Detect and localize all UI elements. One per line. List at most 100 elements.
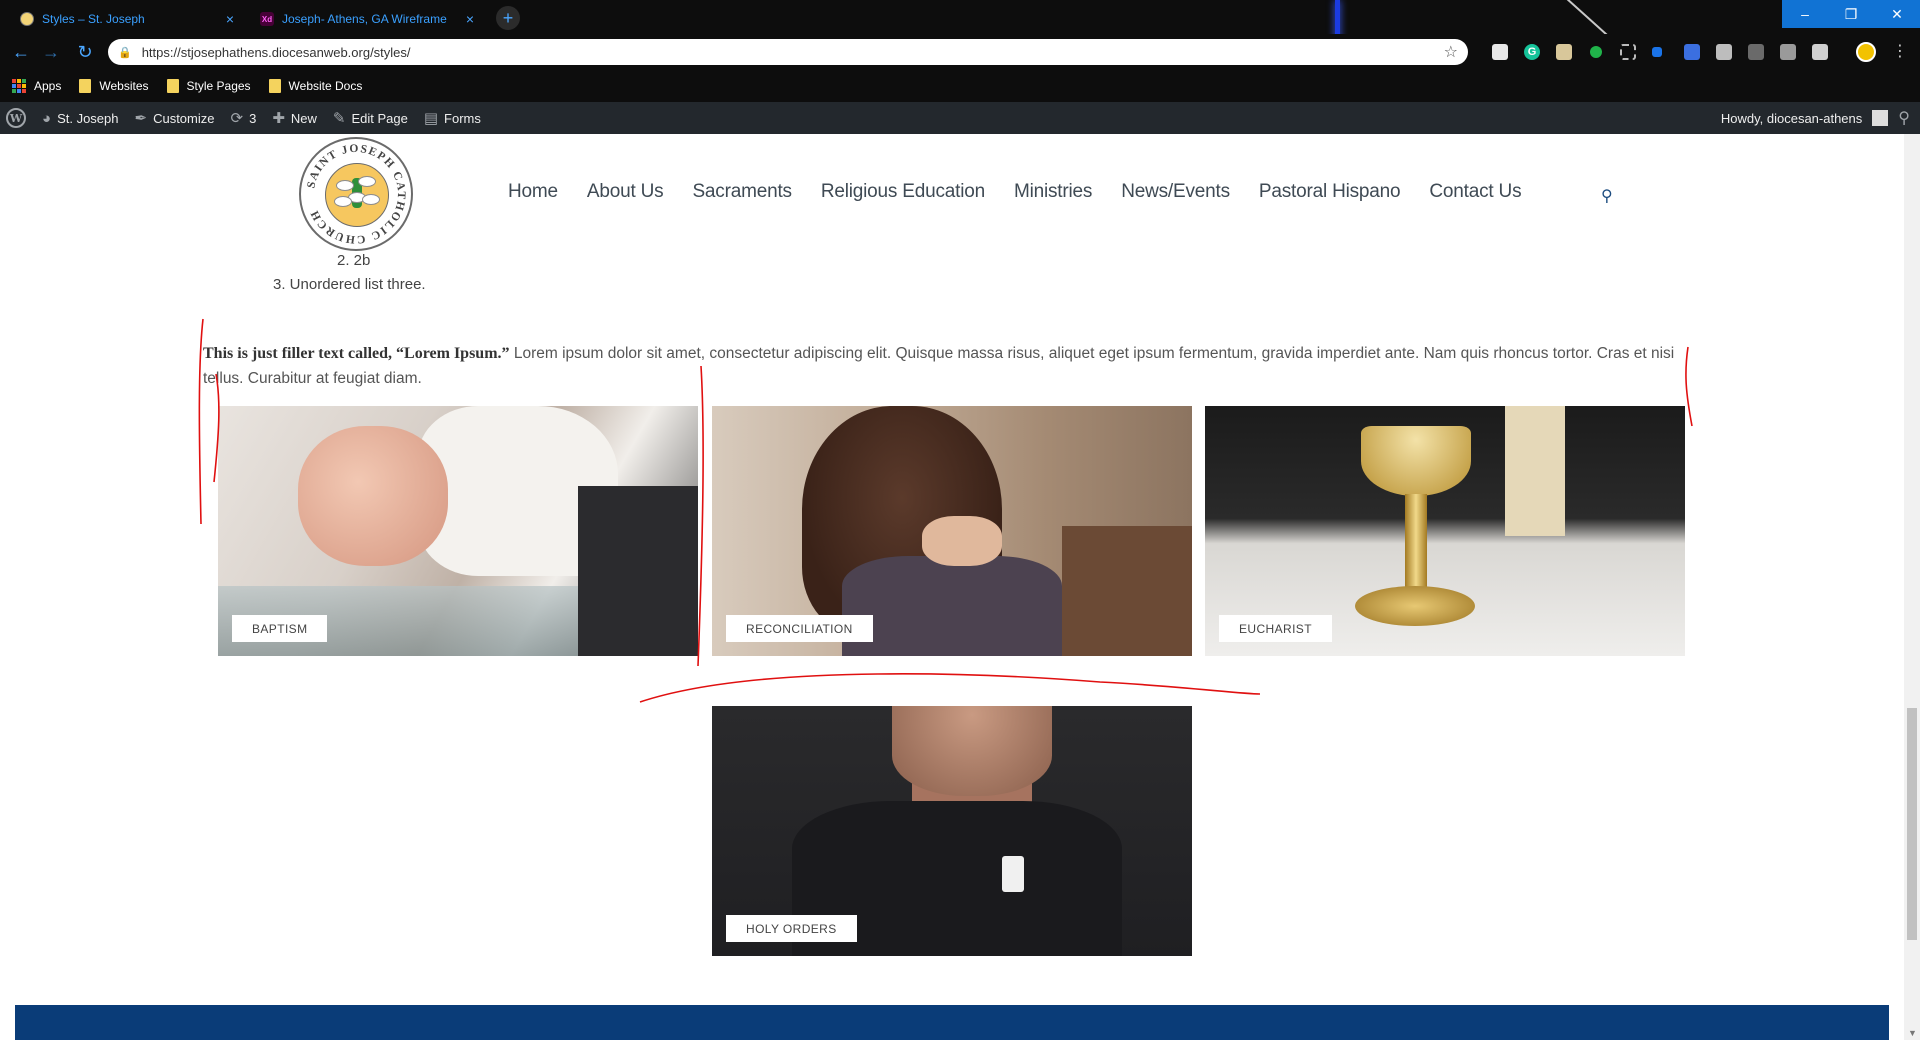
photo-sweater bbox=[842, 556, 1062, 656]
photo-folded-hands bbox=[922, 516, 1002, 566]
browser-menu-icon[interactable]: ⋮ bbox=[1892, 42, 1908, 62]
extension-screenshot-icon[interactable] bbox=[1492, 44, 1508, 60]
wp-site-name-label: St. Joseph bbox=[57, 110, 119, 126]
wp-howdy-user[interactable]: Howdy, diocesan-athens bbox=[1721, 111, 1862, 126]
main-navigation: Home About Us Sacraments Religious Educa… bbox=[508, 181, 1522, 203]
wp-logo-menu[interactable]: W bbox=[6, 108, 26, 128]
dashboard-gauge-icon: ◕ bbox=[42, 109, 52, 127]
nav-news-events[interactable]: News/Events bbox=[1121, 181, 1230, 203]
new-tab-button[interactable]: + bbox=[496, 6, 520, 30]
wp-updates[interactable]: ⟳ 3 bbox=[231, 109, 257, 127]
browser-tab-strip: Styles – St. Joseph × Xd Joseph- Athens,… bbox=[0, 0, 1920, 34]
card-label: EUCHARIST bbox=[1219, 615, 1332, 642]
bookmark-label: Websites bbox=[99, 79, 149, 93]
reload-icon[interactable]: ↻ bbox=[75, 42, 95, 62]
folder-icon bbox=[79, 79, 92, 93]
lily-petal-icon bbox=[336, 180, 354, 191]
photo-chalice-cup bbox=[1361, 426, 1471, 496]
browser-toolbar: ← → ↻ 🔒 https://stjosephathens.diocesanw… bbox=[0, 34, 1920, 70]
site-footer-band bbox=[15, 1005, 1889, 1040]
address-bar[interactable]: 🔒 https://stjosephathens.diocesanweb.org… bbox=[108, 39, 1468, 65]
user-avatar-icon[interactable] bbox=[1872, 110, 1889, 126]
adobe-xd-favicon-icon: Xd bbox=[260, 12, 274, 26]
wordpress-logo-icon: W bbox=[6, 108, 26, 128]
nav-ministries[interactable]: Ministries bbox=[1014, 181, 1092, 203]
card-reconciliation[interactable]: RECONCILIATION bbox=[712, 406, 1192, 656]
nav-contact-us[interactable]: Contact Us bbox=[1429, 181, 1521, 203]
card-label: RECONCILIATION bbox=[726, 615, 873, 642]
wp-new[interactable]: ✚ New bbox=[272, 109, 317, 127]
card-baptism[interactable]: BAPTISM bbox=[218, 406, 698, 656]
scroll-down-arrow-icon[interactable]: ▼ bbox=[1908, 1028, 1917, 1038]
scrollbar-thumb[interactable] bbox=[1907, 708, 1917, 940]
desktop-wallpaper-line bbox=[1545, 0, 1651, 34]
tab-xd-wireframe[interactable]: Xd Joseph- Athens, GA Wireframe × bbox=[248, 4, 486, 34]
wordpress-admin-bar: W ◕ St. Joseph ✒ Customize ⟳ 3 ✚ New ✎ E… bbox=[0, 102, 1920, 134]
wp-edit-page[interactable]: ✎ Edit Page bbox=[333, 109, 408, 127]
wp-account-area: Howdy, diocesan-athens ⚲ bbox=[1721, 102, 1910, 134]
paintbrush-icon: ✒ bbox=[134, 110, 148, 127]
extension-status-dot-icon[interactable] bbox=[1590, 46, 1602, 58]
url-text[interactable]: https://stjosephathens.diocesanweb.org/s… bbox=[142, 45, 1444, 60]
photo-suit-sleeve bbox=[578, 486, 698, 656]
tab-styles-st-joseph[interactable]: Styles – St. Joseph × bbox=[8, 4, 246, 34]
card-label: HOLY ORDERS bbox=[726, 915, 857, 942]
logo-gold-disc bbox=[325, 163, 389, 227]
camera-extension-icon[interactable] bbox=[1716, 44, 1732, 60]
extension-crop-icon[interactable] bbox=[1620, 44, 1636, 60]
close-window-button[interactable]: ✕ bbox=[1874, 0, 1920, 28]
folder-icon bbox=[268, 79, 281, 93]
nav-religious-education[interactable]: Religious Education bbox=[821, 181, 985, 203]
search-icon[interactable]: ⚲ bbox=[1898, 108, 1910, 128]
bookmark-apps[interactable]: Apps bbox=[12, 79, 61, 93]
wp-forms[interactable]: ▤ Forms bbox=[424, 109, 481, 127]
nav-home[interactable]: Home bbox=[508, 181, 558, 203]
site-search-icon[interactable]: ⚲ bbox=[1601, 186, 1613, 206]
page-scrollbar[interactable]: ▼ bbox=[1904, 134, 1920, 1040]
photo-candle bbox=[1505, 406, 1565, 536]
nav-about-us[interactable]: About Us bbox=[587, 181, 664, 203]
wp-site-name[interactable]: ◕ St. Joseph bbox=[42, 110, 119, 127]
filler-bold-lead: This is just filler text called, “Lorem … bbox=[203, 344, 510, 362]
close-icon[interactable]: × bbox=[466, 11, 474, 27]
bookmark-websites[interactable]: Websites bbox=[79, 79, 149, 93]
google-drive-extension-icon[interactable] bbox=[1812, 44, 1828, 60]
extension-image-icon[interactable] bbox=[1556, 44, 1572, 60]
extension-pen-icon[interactable] bbox=[1780, 44, 1796, 60]
photo-chin bbox=[892, 706, 1052, 796]
extension-download-icon[interactable] bbox=[1748, 44, 1764, 60]
bookmark-website-docs[interactable]: Website Docs bbox=[268, 79, 362, 93]
tab-label: Joseph- Athens, GA Wireframe bbox=[282, 12, 447, 26]
card-eucharist[interactable]: EUCHARIST bbox=[1205, 406, 1685, 656]
grammarly-extension-icon[interactable]: G bbox=[1524, 44, 1540, 60]
filler-paragraph: This is just filler text called, “Lorem … bbox=[203, 341, 1693, 391]
wp-updates-count: 3 bbox=[249, 110, 257, 126]
nav-pastoral-hispano[interactable]: Pastoral Hispano bbox=[1259, 181, 1401, 203]
bookmark-star-icon[interactable]: ☆ bbox=[1444, 42, 1458, 62]
bookmark-style-pages[interactable]: Style Pages bbox=[166, 79, 251, 93]
st-joseph-logo[interactable]: SAINT JOSEPH CATHOLIC CHURCH bbox=[299, 137, 413, 251]
st-joseph-favicon-icon bbox=[20, 12, 34, 26]
close-icon[interactable]: × bbox=[226, 11, 234, 27]
card-holy-orders[interactable]: HOLY ORDERS bbox=[712, 706, 1192, 956]
annotation-stroke-middle bbox=[697, 365, 704, 667]
desktop-wallpaper-glow bbox=[1335, 0, 1340, 34]
lily-petal-icon bbox=[362, 194, 380, 205]
annotation-stroke-bottom bbox=[639, 673, 1261, 703]
tab-label: Styles – St. Joseph bbox=[42, 12, 145, 26]
nav-sacraments[interactable]: Sacraments bbox=[692, 181, 792, 203]
apps-grid-icon bbox=[12, 79, 26, 93]
back-arrow-icon[interactable]: ← bbox=[11, 42, 31, 62]
bookmarks-bar: Apps Websites Style Pages Website Docs bbox=[0, 70, 1920, 102]
extension-square-icon[interactable] bbox=[1652, 47, 1662, 57]
profile-avatar-icon[interactable] bbox=[1856, 42, 1876, 62]
wp-new-label: New bbox=[290, 110, 317, 126]
wp-customize[interactable]: ✒ Customize bbox=[135, 109, 215, 127]
photo-chalice-base bbox=[1355, 586, 1475, 626]
translate-extension-icon[interactable] bbox=[1684, 44, 1700, 60]
restore-window-button[interactable]: ❐ bbox=[1828, 0, 1874, 28]
forward-arrow-icon[interactable]: → bbox=[41, 42, 61, 62]
photo-roman-collar bbox=[1002, 856, 1024, 892]
updates-refresh-icon: ⟳ bbox=[230, 110, 244, 127]
minimize-window-button[interactable]: – bbox=[1782, 0, 1828, 28]
